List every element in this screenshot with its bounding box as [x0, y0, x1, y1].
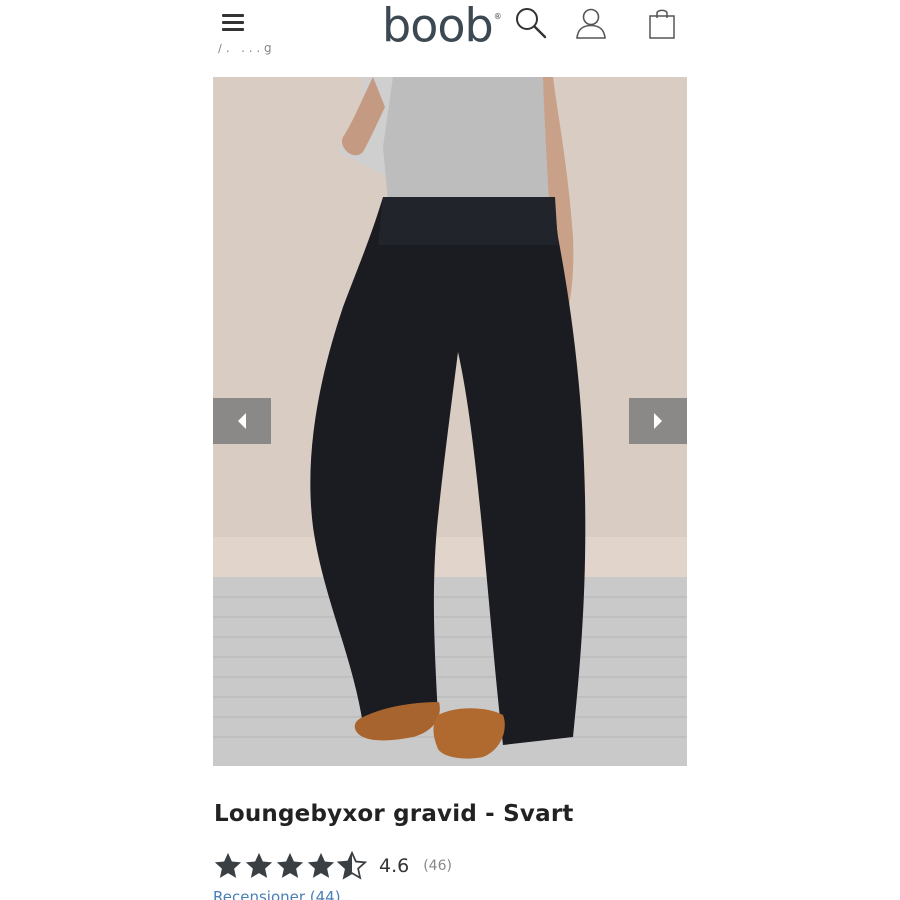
- menu-line: [222, 21, 244, 24]
- rating-value: 4.6: [379, 855, 410, 877]
- gallery-next-button[interactable]: [629, 398, 687, 444]
- rating-count: (46): [423, 858, 452, 874]
- star-icon: [245, 852, 273, 878]
- star-icon: [214, 852, 242, 878]
- product-title: Loungebyxor gravid - Svart: [214, 801, 574, 827]
- gallery-prev-button[interactable]: [213, 398, 271, 444]
- search-icon[interactable]: [514, 6, 548, 40]
- menu-line: [222, 28, 244, 31]
- logo-registered-mark: ®: [493, 12, 502, 21]
- reviews-link[interactable]: Recensioner (44): [213, 888, 341, 900]
- menu-icon[interactable]: [220, 10, 246, 36]
- half-star-icon: [337, 851, 367, 880]
- chevron-right-icon: [654, 413, 662, 429]
- chevron-left-icon: [238, 413, 246, 429]
- product-rating[interactable]: 4.6 (46): [213, 849, 452, 883]
- user-icon[interactable]: [574, 6, 608, 40]
- site-header: boob® / . . . . g: [0, 0, 900, 55]
- logo-text: boob: [382, 0, 494, 53]
- rating-stars: [213, 851, 367, 881]
- product-image-gallery[interactable]: [213, 77, 687, 766]
- logo[interactable]: boob®: [382, 0, 502, 48]
- star-icon: [276, 852, 304, 878]
- menu-line: [222, 14, 244, 17]
- shopping-bag-icon[interactable]: [646, 6, 680, 40]
- star-icon: [307, 852, 335, 878]
- breadcrumb-fragment: / . . . . g: [218, 44, 272, 55]
- product-photo: [213, 77, 687, 766]
